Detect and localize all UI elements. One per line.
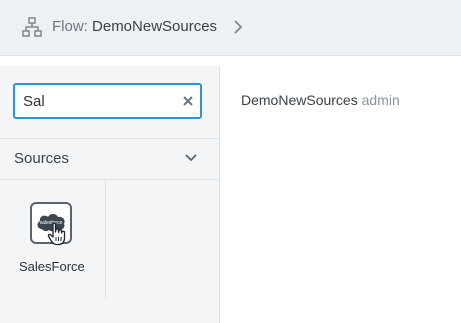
page-title: Flow: DemoNewSources bbox=[52, 18, 217, 35]
sources-section-header[interactable]: Sources bbox=[0, 138, 219, 180]
search-box[interactable] bbox=[13, 83, 202, 119]
sources-sidebar: Sources salesforce SalesForce bbox=[0, 66, 220, 323]
section-label: Sources bbox=[14, 150, 70, 167]
search-input[interactable] bbox=[23, 90, 173, 112]
source-label: SalesForce bbox=[19, 259, 85, 274]
hand-cursor-icon bbox=[47, 222, 66, 246]
clear-search-icon[interactable] bbox=[182, 95, 194, 107]
chevron-down-icon[interactable] bbox=[184, 153, 198, 163]
app-header: Flow: DemoNewSources bbox=[0, 0, 461, 56]
source-tile-salesforce[interactable]: salesforce SalesForce bbox=[0, 180, 106, 300]
flow-info: DemoNewSources admin bbox=[241, 92, 400, 108]
flow-title: DemoNewSources bbox=[92, 18, 218, 35]
flow-icon bbox=[22, 17, 42, 37]
main-panel: DemoNewSources admin bbox=[221, 66, 461, 323]
flow-owner: admin bbox=[361, 92, 400, 108]
chevron-right-icon[interactable] bbox=[232, 18, 244, 36]
flow-prefix: Flow: bbox=[52, 18, 88, 35]
flow-name-text: DemoNewSources bbox=[241, 92, 358, 108]
